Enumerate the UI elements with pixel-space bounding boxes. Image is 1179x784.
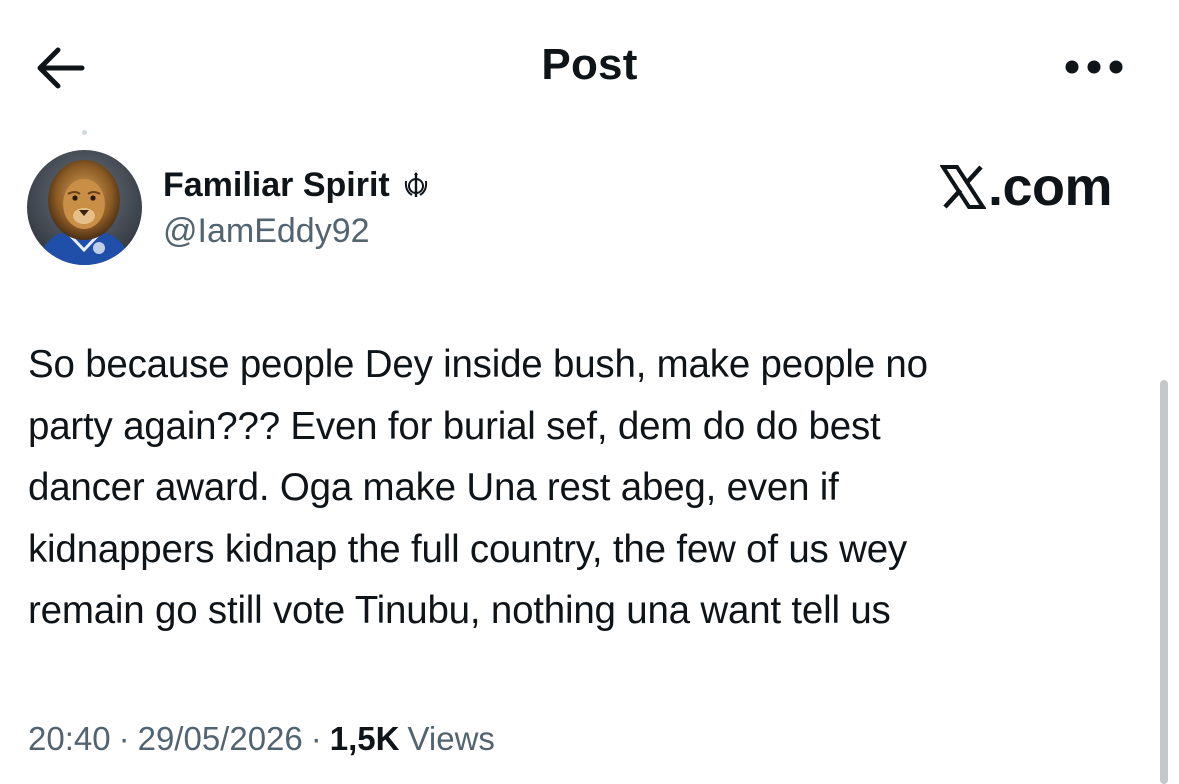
more-options-button[interactable]: [1062, 58, 1126, 76]
author-name: Familiar Spirit: [163, 165, 390, 204]
views-label: Views: [407, 720, 495, 757]
author-handle[interactable]: @IamEddy92: [163, 212, 370, 251]
khanda-icon: [404, 172, 427, 197]
post-time[interactable]: 20:40: [28, 720, 111, 758]
tweet-metadata: 20:40 · 29/05/2026 · 1,5K Views: [28, 720, 495, 758]
post-date[interactable]: 29/05/2026: [138, 720, 303, 758]
more-horizontal-icon: [1065, 60, 1123, 74]
tweet-text: So because people Dey inside bush, make …: [28, 343, 928, 632]
separator: ·: [118, 720, 130, 757]
x-logo-icon: [940, 165, 986, 209]
lion-avatar-icon: [27, 150, 142, 265]
views-count[interactable]: 1,5K: [330, 720, 400, 758]
author-name-row[interactable]: Familiar Spirit: [163, 163, 430, 207]
thread-connector: [82, 130, 87, 135]
x-com-watermark: .com: [940, 156, 1113, 218]
top-bar: Post: [0, 0, 1179, 130]
avatar[interactable]: [27, 150, 142, 265]
scrollbar[interactable]: [1160, 380, 1168, 784]
x-com-suffix: .com: [988, 157, 1113, 217]
separator: ·: [310, 720, 322, 757]
page-title: Post: [541, 40, 638, 89]
